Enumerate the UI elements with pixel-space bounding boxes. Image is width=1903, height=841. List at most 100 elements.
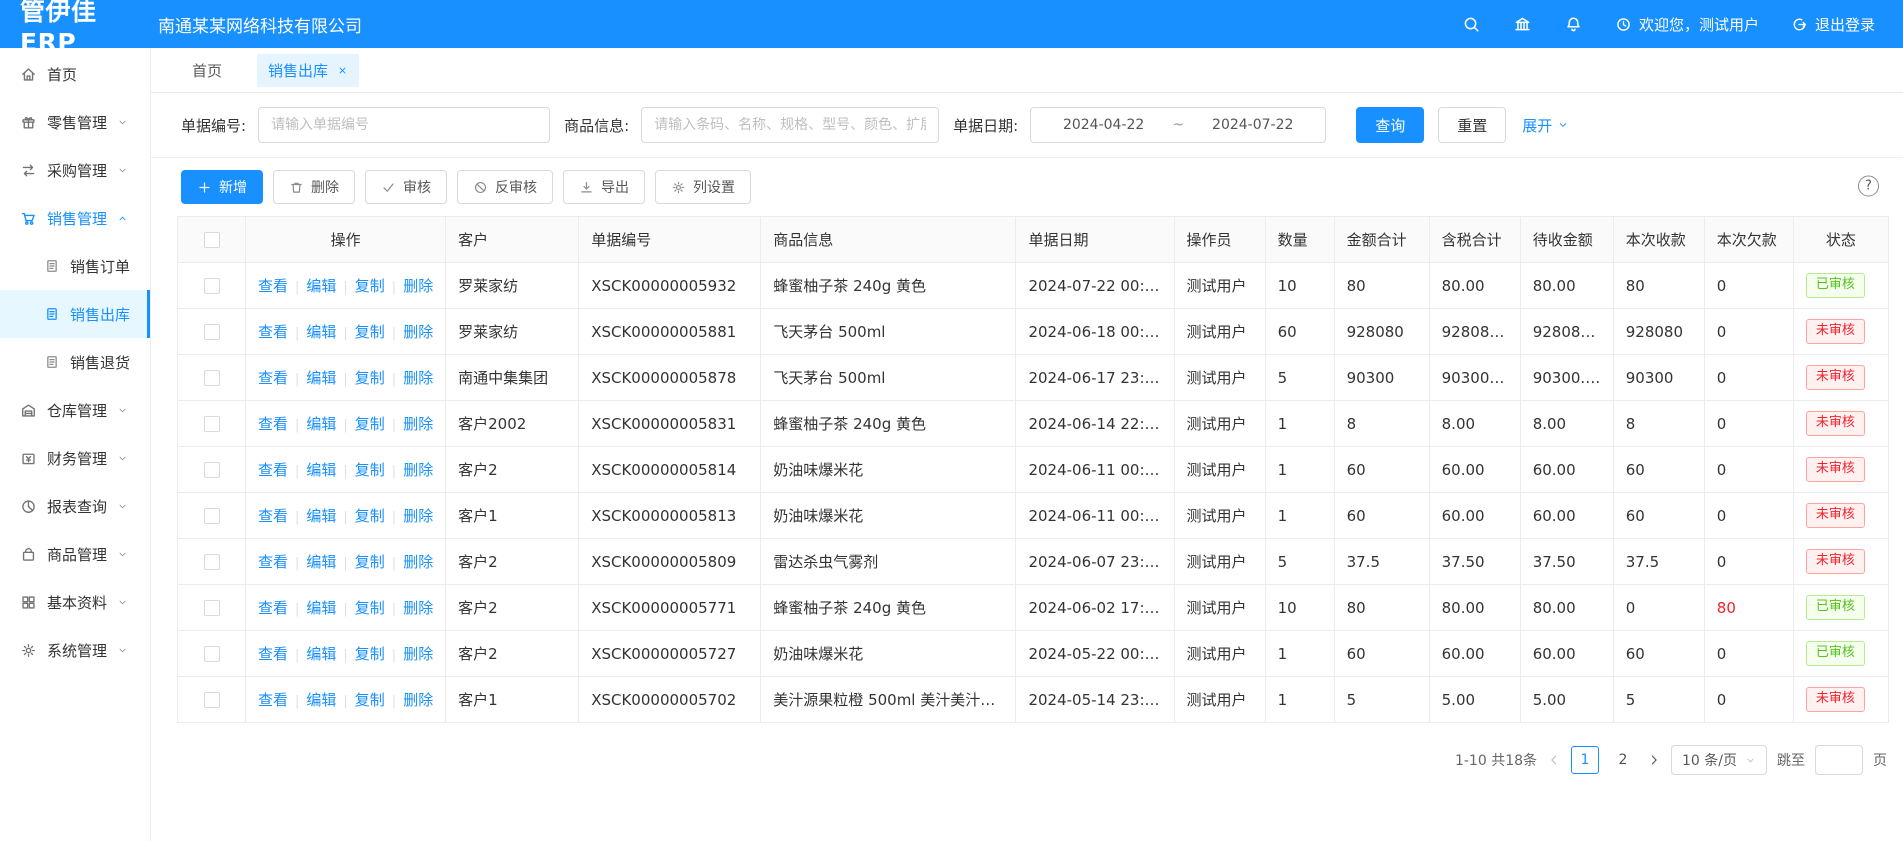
date-end-value[interactable]: 2024-07-22 <box>1212 117 1293 133</box>
view-link[interactable]: 查看 <box>258 415 288 433</box>
product-info-input[interactable] <box>641 107 939 143</box>
tab-home[interactable]: 首页 <box>181 54 233 87</box>
welcome-user[interactable]: 欢迎您，测试用户 <box>1615 14 1759 35</box>
shop-icon[interactable] <box>1513 15 1532 34</box>
edit-link[interactable]: 编辑 <box>306 691 336 709</box>
view-link[interactable]: 查看 <box>258 691 288 709</box>
sidebar-item-sales-outbound[interactable]: 销售出库 <box>0 290 150 338</box>
sidebar-item-product-mgmt[interactable]: 商品管理 <box>0 530 150 578</box>
edit-link[interactable]: 编辑 <box>306 369 336 387</box>
edit-link[interactable]: 编辑 <box>306 553 336 571</box>
doc-no-input[interactable] <box>258 107 550 143</box>
edit-link[interactable]: 编辑 <box>306 599 336 617</box>
sidebar-item-basic-data[interactable]: 基本资料 <box>0 578 150 626</box>
edit-link[interactable]: 编辑 <box>306 277 336 295</box>
reset-button[interactable]: 重置 <box>1438 107 1506 143</box>
copy-link[interactable]: 复制 <box>355 415 385 433</box>
date-range-picker[interactable]: 2024-04-22 ~ 2024-07-22 <box>1030 107 1326 143</box>
delete-link[interactable]: 删除 <box>403 691 433 709</box>
delete-link[interactable]: 删除 <box>403 415 433 433</box>
copy-link[interactable]: 复制 <box>355 461 385 479</box>
sidebar-item-retail-mgmt[interactable]: 零售管理 <box>0 98 150 146</box>
jump-page-input[interactable] <box>1815 745 1863 775</box>
sidebar-item-sales-order[interactable]: 销售订单 <box>0 242 150 290</box>
view-link[interactable]: 查看 <box>258 461 288 479</box>
page-1-button[interactable]: 1 <box>1571 746 1599 774</box>
delete-link[interactable]: 删除 <box>403 461 433 479</box>
row-checkbox[interactable] <box>204 692 220 708</box>
sidebar-item-home[interactable]: 首页 <box>0 50 150 98</box>
page-2-button[interactable]: 2 <box>1609 746 1637 774</box>
prev-page-icon[interactable] <box>1547 753 1561 767</box>
copy-link[interactable]: 复制 <box>355 553 385 571</box>
export-button[interactable]: 导出 <box>563 170 645 204</box>
view-link[interactable]: 查看 <box>258 553 288 571</box>
column-settings-button[interactable]: 列设置 <box>655 170 751 204</box>
unapprove-button[interactable]: 反审核 <box>457 170 553 204</box>
chevron-down-icon <box>117 549 128 560</box>
row-checkbox[interactable] <box>204 324 220 340</box>
view-link[interactable]: 查看 <box>258 599 288 617</box>
app-logo[interactable]: 管伊佳ERP <box>0 0 146 57</box>
row-checkbox[interactable] <box>204 278 220 294</box>
approve-button[interactable]: 审核 <box>365 170 447 204</box>
sidebar-item-warehouse-mgmt[interactable]: 仓库管理 <box>0 386 150 434</box>
edit-link[interactable]: 编辑 <box>306 645 336 663</box>
copy-link[interactable]: 复制 <box>355 369 385 387</box>
copy-link[interactable]: 复制 <box>355 691 385 709</box>
sidebar-item-finance-mgmt[interactable]: 财务管理 <box>0 434 150 482</box>
sidebar-item-purchase-mgmt[interactable]: 采购管理 <box>0 146 150 194</box>
copy-link[interactable]: 复制 <box>355 323 385 341</box>
view-link[interactable]: 查看 <box>258 323 288 341</box>
add-button[interactable]: 新增 <box>181 170 263 204</box>
view-link[interactable]: 查看 <box>258 507 288 525</box>
delete-link[interactable]: 删除 <box>403 599 433 617</box>
search-button[interactable]: 查询 <box>1356 107 1424 143</box>
delete-link[interactable]: 删除 <box>403 553 433 571</box>
search-icon[interactable] <box>1462 15 1481 34</box>
logout-button[interactable]: 退出登录 <box>1791 14 1875 35</box>
status-badge: 已审核 <box>1806 273 1865 298</box>
date-start-value[interactable]: 2024-04-22 <box>1063 117 1144 133</box>
delete-link[interactable]: 删除 <box>403 507 433 525</box>
view-link[interactable]: 查看 <box>258 277 288 295</box>
cell-operator: 测试用户 <box>1174 631 1265 677</box>
cell-doc-no: XSCK00000005702 <box>579 677 761 723</box>
help-icon[interactable]: ? <box>1858 176 1879 197</box>
row-checkbox[interactable] <box>204 416 220 432</box>
edit-link[interactable]: 编辑 <box>306 461 336 479</box>
row-checkbox[interactable] <box>204 462 220 478</box>
view-link[interactable]: 查看 <box>258 369 288 387</box>
copy-link[interactable]: 复制 <box>355 645 385 663</box>
page-size-select[interactable]: 10 条/页 <box>1671 745 1767 775</box>
delete-link[interactable]: 删除 <box>403 645 433 663</box>
sidebar-item-system-mgmt[interactable]: 系统管理 <box>0 626 150 674</box>
delete-link[interactable]: 删除 <box>403 323 433 341</box>
tab-sales-outbound[interactable]: 销售出库 <box>257 54 359 87</box>
expand-link[interactable]: 展开 <box>1522 115 1569 136</box>
edit-link[interactable]: 编辑 <box>306 507 336 525</box>
edit-link[interactable]: 编辑 <box>306 415 336 433</box>
bell-icon[interactable] <box>1564 15 1583 34</box>
sidebar-item-sales-mgmt[interactable]: 销售管理 <box>0 194 150 242</box>
sidebar-item-report-query[interactable]: 报表查询 <box>0 482 150 530</box>
row-checkbox[interactable] <box>204 370 220 386</box>
row-checkbox[interactable] <box>204 508 220 524</box>
row-checkbox[interactable] <box>204 554 220 570</box>
table-row: 查看|编辑|复制|删除客户1XSCK00000005813奶油味爆米花2024-… <box>178 493 1889 539</box>
delete-link[interactable]: 删除 <box>403 277 433 295</box>
select-all-checkbox[interactable] <box>204 232 220 248</box>
date-separator: ~ <box>1172 117 1184 133</box>
next-page-icon[interactable] <box>1647 753 1661 767</box>
delete-link[interactable]: 删除 <box>403 369 433 387</box>
row-checkbox[interactable] <box>204 600 220 616</box>
copy-link[interactable]: 复制 <box>355 277 385 295</box>
button-label: 列设置 <box>693 177 735 197</box>
delete-button[interactable]: 删除 <box>273 170 355 204</box>
copy-link[interactable]: 复制 <box>355 507 385 525</box>
row-checkbox[interactable] <box>204 646 220 662</box>
copy-link[interactable]: 复制 <box>355 599 385 617</box>
edit-link[interactable]: 编辑 <box>306 323 336 341</box>
sidebar-item-sales-return[interactable]: 销售退货 <box>0 338 150 386</box>
view-link[interactable]: 查看 <box>258 645 288 663</box>
